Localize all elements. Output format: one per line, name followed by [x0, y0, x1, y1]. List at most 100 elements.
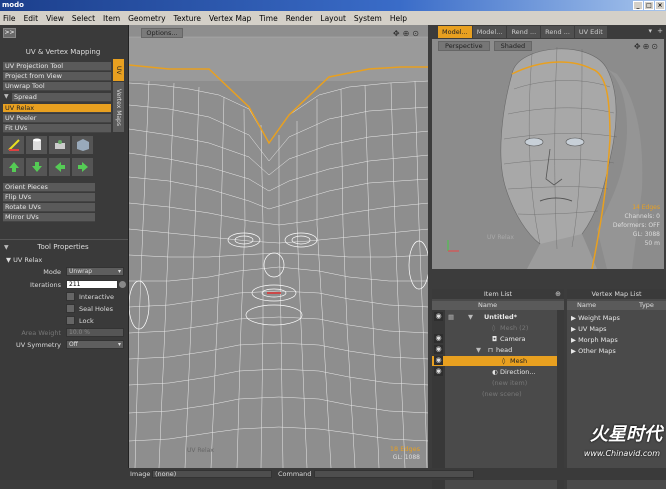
menu-select[interactable]: Select: [72, 14, 95, 23]
area-weight-field[interactable]: 10.0 %: [66, 328, 124, 337]
menu-edit[interactable]: Edit: [24, 14, 39, 23]
minimize-button[interactable]: _: [633, 1, 643, 10]
menu-time[interactable]: Time: [259, 14, 277, 23]
expand-arrow-icon[interactable]: ▶: [571, 347, 576, 355]
unwrap-tool-button[interactable]: Unwrap Tool: [3, 82, 111, 91]
command-input[interactable]: [314, 470, 474, 478]
expand-arrow-icon[interactable]: ▼: [476, 345, 481, 355]
axis-tool-icon[interactable]: [3, 136, 24, 154]
expand-arrow-icon[interactable]: ▼: [468, 312, 473, 322]
tab-uv-edit[interactable]: UV Edit: [574, 26, 607, 38]
image-select[interactable]: (none): [152, 470, 272, 478]
distance-readout: 50 m: [644, 240, 660, 247]
tool-name: ▼ UV Relax: [6, 256, 43, 264]
menu-texture[interactable]: Texture: [174, 14, 201, 23]
visibility-eye-icon[interactable]: ◉: [434, 334, 443, 343]
mirror-uvs-button[interactable]: Mirror UVs: [3, 213, 95, 222]
tab-menu-icon[interactable]: ▾: [648, 27, 652, 35]
cube-map-icon[interactable]: [72, 136, 93, 154]
move-right-icon[interactable]: [72, 158, 93, 176]
item-row-mesh-selected[interactable]: ◉ ◊ Mesh: [432, 356, 564, 366]
new-item-row[interactable]: (new item): [492, 378, 527, 388]
expand-button[interactable]: >>: [3, 28, 16, 38]
item-list-scrollbar[interactable]: [557, 310, 564, 489]
lock-boundary-checkbox[interactable]: [66, 316, 75, 325]
shading-select[interactable]: Shaded: [493, 41, 533, 51]
visibility-eye-icon[interactable]: ◉: [434, 345, 443, 354]
uv-maps-row[interactable]: ▶ UV Maps: [571, 324, 606, 334]
close-button[interactable]: ×: [655, 1, 665, 10]
menu-help[interactable]: Help: [390, 14, 407, 23]
menu-layout[interactable]: Layout: [320, 14, 346, 23]
uv-viewport[interactable]: Options... ✥⊕⊙ UV Relax 18 Edges GL: 108…: [128, 25, 428, 468]
tab-model-2[interactable]: Model...: [472, 26, 507, 38]
visibility-eye-icon[interactable]: ◉: [434, 367, 443, 376]
item-row-head[interactable]: ◉ ▼ ⊓ head: [432, 345, 564, 355]
vertex-map-list-title: Vertex Map List: [567, 289, 666, 299]
menu-system[interactable]: System: [354, 14, 382, 23]
move-left-icon[interactable]: [49, 158, 70, 176]
tab-add-icon[interactable]: +: [657, 27, 663, 35]
menu-geometry[interactable]: Geometry: [128, 14, 165, 23]
flip-uvs-button[interactable]: Flip UVs: [3, 193, 95, 202]
item-row-mesh2[interactable]: ◊ Mesh (2): [432, 323, 564, 333]
viewport-label: UV Relax: [487, 234, 514, 241]
lock-icon[interactable]: ▦: [448, 312, 454, 322]
view-mode-select[interactable]: Perspective: [438, 41, 490, 51]
tab-render-2[interactable]: Rend ...: [541, 26, 574, 38]
item-row-scene[interactable]: ◉ ▦ ▼ Untitled*: [432, 312, 564, 322]
plane-map-icon[interactable]: [49, 136, 70, 154]
mesh-icon: ◊: [502, 357, 506, 365]
tab-model-1[interactable]: Model...: [438, 26, 472, 38]
new-scene-row[interactable]: (new scene): [482, 389, 522, 399]
expand-arrow-icon[interactable]: ▶: [571, 336, 576, 344]
morph-maps-row[interactable]: ▶ Morph Maps: [571, 335, 618, 345]
options-button[interactable]: Options...: [141, 28, 183, 38]
iterations-input[interactable]: 211: [66, 280, 118, 289]
spread-arrow-icon[interactable]: ▼: [4, 93, 9, 100]
uv-relax-button[interactable]: UV Relax: [3, 104, 111, 113]
uv-projection-tool-button[interactable]: UV Projection Tool: [3, 62, 111, 71]
item-list-menu-icon[interactable]: ⊕: [555, 290, 561, 298]
menu-item[interactable]: Item: [103, 14, 120, 23]
expand-arrow-icon[interactable]: ▶: [571, 325, 576, 333]
visibility-eye-icon[interactable]: ◉: [434, 312, 443, 321]
move-up-icon[interactable]: [3, 158, 24, 176]
project-from-view-button[interactable]: Project from View: [3, 72, 111, 81]
item-label: Camera: [500, 335, 526, 343]
item-list-title: Item List: [432, 289, 564, 299]
iterations-reset-icon[interactable]: [119, 281, 126, 288]
uv-peeler-button[interactable]: UV Peeler: [3, 114, 111, 123]
spread-button[interactable]: Spread: [12, 93, 111, 102]
interactive-checkbox[interactable]: [66, 292, 75, 301]
menu-file[interactable]: File: [3, 14, 16, 23]
rotate-uvs-button[interactable]: Rotate UVs: [3, 203, 95, 212]
window-titlebar: modo _ □ ×: [0, 0, 666, 11]
uv-symmetry-select[interactable]: Off ▾: [66, 340, 124, 349]
mode-select[interactable]: Unwrap ▾: [66, 267, 124, 276]
menu-view[interactable]: View: [46, 14, 64, 23]
tab-vertex-maps[interactable]: Vertex Maps: [113, 82, 124, 132]
move-down-icon[interactable]: [26, 158, 47, 176]
tool-properties-title: Tool Properties: [37, 243, 89, 251]
menu-vertex-map[interactable]: Vertex Map: [209, 14, 251, 23]
group-icon: ⊓: [488, 346, 494, 354]
orient-pieces-button[interactable]: Orient Pieces: [3, 183, 95, 192]
item-row-camera[interactable]: ◉ ◘ Camera: [432, 334, 564, 344]
tab-render-1[interactable]: Rend ...: [507, 26, 541, 38]
cylinder-map-icon[interactable]: [26, 136, 47, 154]
menu-render[interactable]: Render: [286, 14, 313, 23]
visibility-eye-icon[interactable]: ◉: [434, 356, 443, 365]
other-maps-row[interactable]: ▶ Other Maps: [571, 346, 616, 356]
weight-maps-row[interactable]: ▶ Weight Maps: [571, 313, 620, 323]
seal-holes-checkbox[interactable]: [66, 304, 75, 313]
maximize-button[interactable]: □: [644, 1, 654, 10]
item-row-directional[interactable]: ◉ ◐ Direction...: [432, 367, 564, 377]
channels-count: Channels: 0: [624, 213, 660, 220]
tab-uv[interactable]: UV: [113, 59, 124, 81]
viewport-nav-icons[interactable]: ✥⊕⊙: [393, 29, 422, 38]
fit-uvs-button[interactable]: Fit UVs: [3, 124, 111, 133]
perspective-viewport[interactable]: Perspective Shaded ✥⊕⊙ 14 Edges Channels…: [432, 39, 664, 269]
expand-arrow-icon[interactable]: ▶: [571, 314, 576, 322]
view-nav-icons[interactable]: ✥⊕⊙: [634, 42, 660, 51]
